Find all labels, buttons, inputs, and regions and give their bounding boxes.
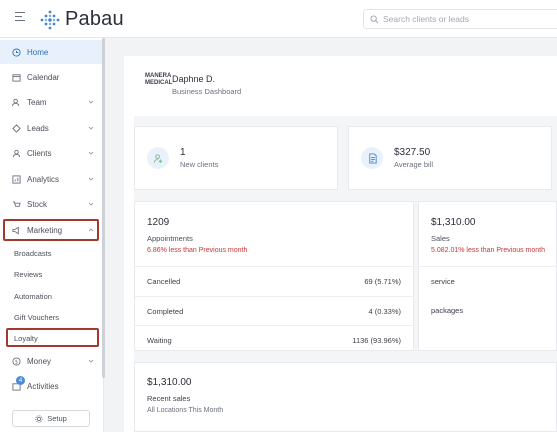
sidebar-subitem-broadcasts[interactable]: Broadcasts <box>0 243 102 263</box>
sidebar-item-team[interactable]: Team <box>0 90 102 114</box>
team-icon <box>12 98 20 106</box>
row-label: packages <box>431 306 464 315</box>
row-label: Cancelled <box>147 276 181 286</box>
sales-card: $1,310.00 Sales 5.082.01% less than Prev… <box>418 201 557 351</box>
sidebar-item-home[interactable]: Home <box>0 40 102 64</box>
page-title: Business Dashboard <box>172 87 242 96</box>
analytics-icon <box>12 174 21 184</box>
sidebar-item-leads[interactable]: Leads <box>0 116 102 140</box>
sidebar: Home Calendar Team Leads Clients Analyti… <box>0 38 105 432</box>
chevron-down-icon <box>88 100 94 104</box>
app-name: Pabau <box>65 8 124 30</box>
sidebar-scrollbar[interactable] <box>102 38 105 378</box>
sidebar-item-activities[interactable]: Activities <box>0 374 102 398</box>
clients-icon <box>12 149 21 157</box>
sidebar-item-label: Clients <box>27 148 52 158</box>
user-name: Daphne D. <box>172 74 216 84</box>
table-row: Cancelled 69 (5.71%) <box>135 266 413 295</box>
chevron-up-icon <box>88 228 94 232</box>
sales-value: $1,310.00 <box>431 217 476 228</box>
app-logo[interactable]: Pabau <box>40 8 124 31</box>
money-icon: $ <box>12 356 21 366</box>
search-bar[interactable] <box>363 9 557 29</box>
recent-sales-subtitle: All Locations This Month <box>147 407 224 414</box>
home-icon <box>12 47 21 57</box>
sidebar-item-label: Money <box>27 356 52 366</box>
sidebar-subitem-reviews[interactable]: Reviews <box>0 264 102 284</box>
sidebar-subitem-loyalty[interactable]: Loyalty <box>0 328 102 348</box>
sidebar-item-label: Leads <box>27 123 49 133</box>
table-row: Waiting 1136 (93.96%) <box>135 325 413 354</box>
average-bill-card[interactable]: $327.50 Average bill <box>348 126 552 190</box>
average-bill-label: Average bill <box>394 160 434 169</box>
new-clients-card[interactable]: 1 New clients <box>134 126 338 190</box>
sidebar-item-marketing[interactable]: Marketing <box>0 218 102 242</box>
row-value: 1136 (93.96%) <box>352 335 401 345</box>
megaphone-icon <box>12 226 19 234</box>
search-icon <box>370 14 379 23</box>
recent-sales-card: $1,310.00 Recent sales All Locations Thi… <box>134 362 557 432</box>
sidebar-item-calendar[interactable]: Calendar <box>0 65 102 89</box>
row-value: 69 (5.71%) <box>364 276 401 286</box>
sidebar-item-label: Marketing <box>27 225 63 235</box>
activities-badge: 4 <box>16 376 25 385</box>
sidebar-item-clients[interactable]: Clients <box>0 141 102 165</box>
sidebar-item-label: Team <box>27 97 47 107</box>
row-value: 4 (0.33%) <box>368 306 401 316</box>
leads-icon <box>12 123 21 133</box>
calendar-icon <box>12 73 21 82</box>
appointments-card: 1209 Appointments 6.86% less than Previo… <box>134 201 414 351</box>
top-bar: Pabau <box>0 0 557 38</box>
search-input[interactable] <box>383 14 543 24</box>
gear-icon <box>35 414 43 423</box>
row-label: Completed <box>147 306 184 316</box>
sidebar-item-label: Stock <box>27 199 48 209</box>
appointments-value: 1209 <box>147 217 170 228</box>
company-logo: MANERA MEDICAL <box>145 73 173 86</box>
bill-stat-icon <box>361 147 383 169</box>
sidebar-item-money[interactable]: $ Money <box>0 349 102 373</box>
recent-sales-label: Recent sales <box>147 394 191 403</box>
setup-label: Setup <box>47 414 67 423</box>
new-clients-value: 1 <box>180 147 186 158</box>
chevron-down-icon <box>88 151 94 155</box>
chevron-down-icon <box>88 359 94 363</box>
row-label: Waiting <box>147 335 172 345</box>
sidebar-item-label: Calendar <box>27 72 60 82</box>
appointments-label: Appointments <box>147 234 193 243</box>
sidebar-item-label: Home <box>27 47 49 57</box>
sidebar-item-analytics[interactable]: Analytics <box>0 167 102 191</box>
svg-text:$: $ <box>15 359 18 365</box>
setup-button[interactable]: Setup <box>12 410 90 427</box>
appointments-change: 6.86% less than Previous month <box>147 247 248 254</box>
new-clients-label: New clients <box>180 160 219 169</box>
chevron-down-icon <box>88 202 94 206</box>
sidebar-item-label: Activities <box>27 381 59 391</box>
stock-icon <box>12 200 21 207</box>
pabau-logo-icon <box>40 10 60 29</box>
sidebar-subitem-gift-vouchers[interactable]: Gift Vouchers <box>0 307 102 327</box>
table-row: service <box>419 266 556 295</box>
clients-stat-icon <box>147 147 169 169</box>
sidebar-subitem-automation[interactable]: Automation <box>0 286 102 306</box>
row-label: service <box>431 276 455 286</box>
sales-label: Sales <box>431 234 450 243</box>
table-row: Completed 4 (0.33%) <box>135 296 413 325</box>
menu-toggle-icon[interactable] <box>15 12 25 23</box>
sidebar-item-label: Analytics <box>27 174 60 184</box>
table-row: packages <box>419 296 556 325</box>
chevron-down-icon <box>88 177 94 181</box>
recent-sales-value: $1,310.00 <box>147 377 192 388</box>
sidebar-item-stock[interactable]: Stock <box>0 192 102 216</box>
sales-change: 5.082.01% less than Previous month <box>431 247 546 254</box>
average-bill-value: $327.50 <box>394 147 431 158</box>
chevron-down-icon <box>88 126 94 130</box>
